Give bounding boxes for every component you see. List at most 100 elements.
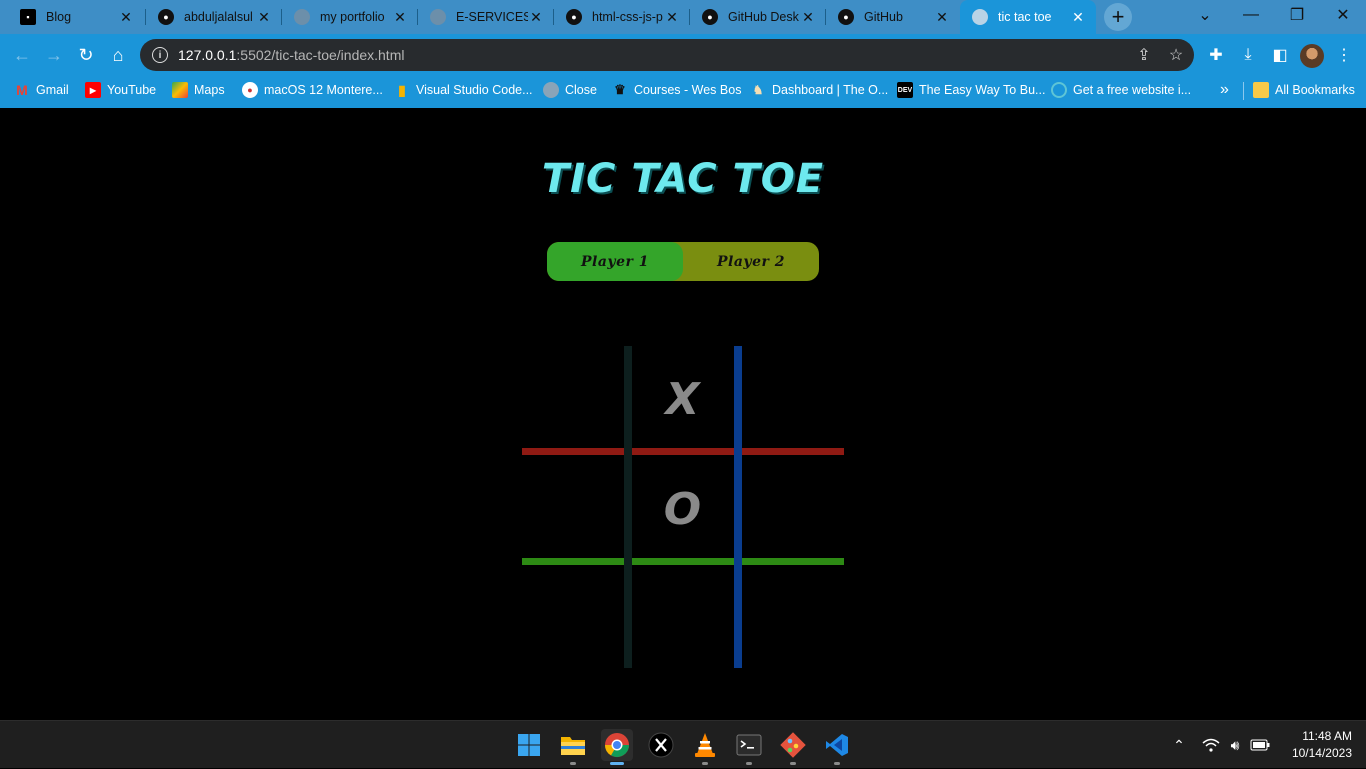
close-icon[interactable]: ✕ (934, 9, 950, 25)
clock-time: 11:48 AM (1302, 729, 1352, 743)
close-icon[interactable]: ✕ (392, 9, 408, 25)
gmail-icon: M (16, 82, 28, 98)
tab-blog[interactable]: ▪ Blog ✕ (8, 0, 144, 34)
bookmark-odin[interactable]: ♞ Dashboard | The O... (750, 76, 889, 104)
reload-icon: ↻ (78, 44, 94, 65)
grid-line-vertical-2 (734, 346, 742, 668)
tab-title: html-css-js-p (592, 10, 663, 24)
maps-icon (172, 82, 188, 98)
bookmark-wes-bos[interactable]: ♛ Courses - Wes Bos (612, 76, 741, 104)
wifi-icon[interactable] (1200, 721, 1222, 769)
windows-start-icon[interactable] (513, 729, 545, 761)
vlc-icon[interactable] (689, 729, 721, 765)
vscode-icon[interactable] (821, 729, 853, 765)
board-cell-3[interactable] (736, 346, 843, 453)
github-icon: ● (566, 9, 582, 25)
game-title: TIC TAC TOE (541, 156, 825, 202)
bookmark-gmail[interactable]: M Gmail (14, 76, 69, 104)
bookmarks-bar: M Gmail ▶ YouTube Maps ● macOS 12 Monter… (0, 76, 1366, 108)
tab-my-portfolio[interactable]: my portfolio ✕ (282, 0, 418, 34)
file-explorer-icon[interactable] (557, 729, 589, 765)
tab-tic-tac-toe[interactable]: tic tac toe ✕ (960, 0, 1096, 34)
board-cell-5[interactable]: O (629, 456, 736, 563)
close-icon[interactable]: ✕ (800, 9, 816, 25)
tab-search-button[interactable]: ⌄ (1182, 0, 1228, 30)
window-close-button[interactable]: ✕ (1320, 0, 1366, 30)
forward-button[interactable]: → (40, 41, 68, 69)
dev-icon: DEV (897, 82, 913, 98)
minimize-button[interactable]: — (1228, 0, 1274, 30)
tab-github-desktop[interactable]: ● GitHub Desk ✕ (690, 0, 826, 34)
bookmark-vscode[interactable]: ▮ Visual Studio Code... (394, 76, 532, 104)
back-button[interactable]: ← (8, 41, 36, 69)
x-app-icon[interactable] (645, 729, 677, 761)
close-icon[interactable]: ✕ (256, 9, 272, 25)
bookmark-icon: ▮ (398, 81, 406, 98)
side-panel-icon[interactable]: ◧ (1268, 43, 1292, 67)
tab-e-services[interactable]: E-SERVICES. ✕ (418, 0, 554, 34)
github-icon: ● (838, 9, 854, 25)
player-switch[interactable]: Player 1 Player 2 (547, 242, 819, 281)
globe-icon (294, 9, 310, 25)
chrome-icon[interactable] (601, 729, 633, 765)
board-cell-6[interactable] (736, 456, 843, 563)
close-icon: ✕ (1336, 7, 1350, 24)
bookmark-label: Close (565, 83, 597, 97)
system-clock[interactable]: 11:48 AM 10/14/2023 (1280, 728, 1352, 762)
minimize-icon: — (1243, 6, 1259, 23)
player2-button[interactable]: Player 2 (683, 242, 819, 281)
game-board: X O (522, 346, 844, 668)
tab-github[interactable]: ● GitHub ✕ (826, 0, 960, 34)
bookmark-free-website[interactable]: Get a free website i... (1051, 76, 1191, 104)
close-icon[interactable]: ✕ (118, 9, 134, 25)
battery-icon[interactable] (1248, 721, 1272, 769)
board-cell-8[interactable] (629, 566, 736, 673)
board-cell-2[interactable]: X (629, 346, 736, 453)
close-icon[interactable]: ✕ (528, 9, 544, 25)
git-icon[interactable] (777, 729, 809, 765)
home-icon: ⌂ (112, 44, 124, 65)
terminal-icon[interactable] (733, 729, 765, 765)
bookmark-youtube[interactable]: ▶ YouTube (85, 76, 156, 104)
reload-button[interactable]: ↻ (72, 41, 100, 69)
home-button[interactable]: ⌂ (104, 41, 132, 69)
volume-icon[interactable]: 🔊︎ (1224, 721, 1246, 769)
extensions-icon[interactable]: ✚ (1204, 43, 1228, 67)
new-tab-button[interactable]: + (1104, 3, 1132, 31)
chevron-up-icon[interactable]: ⌃ (1168, 721, 1190, 769)
github-icon: ● (702, 9, 718, 25)
player1-button[interactable]: Player 1 (547, 242, 683, 281)
grid-line-horizontal-1 (522, 448, 844, 455)
bookmark-macos[interactable]: ● macOS 12 Montere... (242, 76, 383, 104)
bookmark-star-icon[interactable]: ☆ (1166, 46, 1186, 64)
close-icon[interactable]: ✕ (664, 9, 680, 25)
url-path: :5502/tic-tac-toe/index.html (236, 47, 405, 63)
bookmark-label: Dashboard | The O... (772, 83, 889, 97)
bookmark-maps[interactable]: Maps (172, 76, 225, 104)
bookmark-close[interactable]: Close (543, 76, 597, 104)
arrow-right-icon: → (45, 44, 63, 65)
plus-icon: + (1111, 4, 1125, 29)
more-bookmarks-button[interactable]: » (1220, 76, 1229, 104)
menu-icon[interactable]: ⋮ (1332, 43, 1356, 67)
board-cell-4[interactable] (522, 456, 629, 563)
download-icon[interactable]: ⤓ (1236, 43, 1260, 67)
bookmark-dev[interactable]: DEV The Easy Way To Bu... (897, 76, 1045, 104)
board-cell-9[interactable] (736, 566, 843, 673)
profile-avatar[interactable] (1300, 44, 1324, 68)
bookmark-label: Courses - Wes Bos (634, 83, 742, 97)
bookmark-label: macOS 12 Montere... (264, 83, 383, 97)
chevron-double-right-icon: » (1220, 81, 1229, 98)
address-bar[interactable]: i 127.0.0.1:5502/tic-tac-toe/index.html … (140, 39, 1194, 71)
restore-button[interactable]: ❐ (1274, 0, 1320, 30)
board-cell-1[interactable] (522, 346, 629, 453)
tab-abduljalalsul[interactable]: ● abduljalalsul ✕ (146, 0, 282, 34)
all-bookmarks-button[interactable]: All Bookmarks (1253, 76, 1355, 104)
share-icon[interactable]: ⇪ (1134, 46, 1154, 64)
close-icon[interactable]: ✕ (1070, 9, 1086, 25)
board-cell-7[interactable] (522, 566, 629, 673)
tab-title: tic tac toe (998, 10, 1052, 24)
windows-taskbar: ⌃ 🔊︎ 11:48 AM 10/14/2023 (0, 720, 1366, 768)
info-icon[interactable]: i (152, 47, 168, 63)
tab-html-css-js[interactable]: ● html-css-js-p ✕ (554, 0, 690, 34)
